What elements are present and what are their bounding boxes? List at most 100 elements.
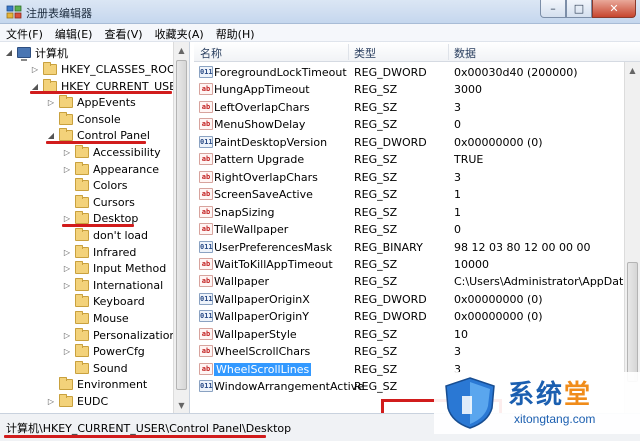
value-row[interactable]: 011 WallpaperOriginX REG_DWORD 0x00000000 (… xyxy=(194,291,624,309)
value-row[interactable]: 011 ForegroundLockTimeout REG_DWORD 0x00030… xyxy=(194,64,624,82)
value-row[interactable]: ab MenuShowDelay REG_SZ 0 xyxy=(194,116,624,134)
tree-item[interactable]: ▷ Accessibility xyxy=(62,144,161,161)
tree-item[interactable]: ▷ Appearance xyxy=(62,161,159,178)
column-header-type[interactable]: 类型 xyxy=(354,45,376,61)
tree-item[interactable]: Environment xyxy=(46,376,147,393)
expand-icon[interactable]: ▷ xyxy=(46,98,56,108)
tree-item-label: Colors xyxy=(93,179,128,193)
scrollbar-thumb[interactable] xyxy=(176,60,187,390)
tree-item[interactable]: Mouse xyxy=(62,310,129,327)
value-name[interactable]: Pattern Upgrade xyxy=(214,153,304,166)
expand-icon[interactable]: ◢ xyxy=(30,81,40,91)
tree-item[interactable]: Keyboard xyxy=(62,293,145,310)
tree-item[interactable]: Cursors xyxy=(62,194,135,211)
tree-item[interactable]: Colors xyxy=(62,177,127,194)
value-row[interactable]: ab WallpaperStyle REG_SZ 10 xyxy=(194,326,624,344)
menu-favorites[interactable]: 收藏夹(A) xyxy=(149,24,210,41)
menu-file[interactable]: 文件(F) xyxy=(0,24,49,41)
value-name[interactable]: WallpaperStyle xyxy=(214,328,297,341)
menu-help[interactable]: 帮助(H) xyxy=(210,24,261,41)
expand-icon[interactable]: ▷ xyxy=(62,347,72,357)
tree-item[interactable]: don't load xyxy=(62,227,148,244)
value-name[interactable]: HungAppTimeout xyxy=(214,83,310,96)
menu-bar: 文件(F) 编辑(E) 查看(V) 收藏夹(A) 帮助(H) xyxy=(0,24,640,42)
value-row[interactable]: ab ScreenSaveActive REG_SZ 1 xyxy=(194,186,624,204)
value-row[interactable]: ab RightOverlapChars REG_SZ 3 xyxy=(194,169,624,187)
value-type: REG_DWORD xyxy=(354,135,427,149)
expand-icon[interactable]: ▷ xyxy=(30,65,40,75)
expand-icon[interactable]: ▷ xyxy=(62,148,72,158)
value-name[interactable]: ScreenSaveActive xyxy=(214,188,313,201)
registry-editor-icon xyxy=(6,5,22,19)
expand-icon[interactable]: ▷ xyxy=(62,247,72,257)
expand-icon[interactable]: ▷ xyxy=(46,397,56,407)
tree-item[interactable]: Sound xyxy=(62,360,128,377)
tree-item[interactable]: ▷ Input Method xyxy=(62,260,166,277)
tree-scrollbar[interactable]: ▲ ▼ xyxy=(173,42,189,413)
expand-icon[interactable]: ▷ xyxy=(62,264,72,274)
close-button[interactable]: ✕ xyxy=(592,0,636,18)
scrollbar-thumb[interactable] xyxy=(627,262,638,382)
menu-edit[interactable]: 编辑(E) xyxy=(49,24,99,41)
value-name[interactable]: PaintDesktopVersion xyxy=(214,136,327,149)
value-type: REG_SZ xyxy=(354,118,398,132)
tree-item[interactable]: ▷ EUDC xyxy=(46,393,108,410)
value-name[interactable]: WallpaperOriginY xyxy=(214,310,309,323)
expand-icon[interactable]: ▷ xyxy=(62,164,72,174)
value-name[interactable]: ForegroundLockTimeout xyxy=(214,66,347,79)
value-name[interactable]: MenuShowDelay xyxy=(214,118,305,131)
maximize-button[interactable]: □ xyxy=(566,0,592,18)
value-name[interactable]: WallpaperOriginX xyxy=(214,293,310,306)
scroll-down-icon[interactable]: ▼ xyxy=(174,397,189,413)
tree-item[interactable]: ▷ Infrared xyxy=(62,244,136,261)
tree-item[interactable]: ▷ PowerCfg xyxy=(62,343,145,360)
value-row[interactable]: ab TileWallpaper REG_SZ 0 xyxy=(194,221,624,239)
value-row[interactable]: 011 PaintDesktopVersion REG_DWORD 0x0000000… xyxy=(194,134,624,152)
expand-icon[interactable]: ▷ xyxy=(62,330,72,340)
value-name[interactable]: RightOverlapChars xyxy=(214,171,318,184)
expand-icon[interactable]: ◢ xyxy=(46,131,56,141)
value-name[interactable]: WindowArrangementActive xyxy=(214,380,364,393)
expand-icon[interactable]: ▷ xyxy=(62,280,72,290)
value-row[interactable]: ab Wallpaper REG_SZ C:\Users\Administrator\… xyxy=(194,273,634,291)
minimize-button[interactable]: – xyxy=(540,0,566,18)
value-name[interactable]: UserPreferencesMask xyxy=(214,241,332,254)
value-name[interactable]: WheelScrollChars xyxy=(214,345,310,358)
tree-item-label: Environment xyxy=(77,378,148,392)
tree-item[interactable]: Console xyxy=(46,111,121,128)
scroll-up-icon[interactable]: ▲ xyxy=(174,42,189,58)
value-row[interactable]: 011 UserPreferencesMask REG_BINARY 98 12 03… xyxy=(194,239,624,257)
value-name[interactable]: Wallpaper xyxy=(214,275,269,288)
tree-item[interactable]: ▷ International xyxy=(62,277,163,294)
expand-icon[interactable]: ▷ xyxy=(62,214,72,224)
value-name[interactable]: WheelScrollLines xyxy=(214,362,312,376)
tree-item[interactable]: ▷ Personalization xyxy=(62,327,176,344)
list-scrollbar[interactable]: ▲ xyxy=(624,62,640,413)
collapse-icon[interactable]: ◢ xyxy=(4,48,14,58)
menu-view[interactable]: 查看(V) xyxy=(98,24,148,41)
value-row[interactable]: ab WaitToKillAppTimeout REG_SZ 10000 xyxy=(194,256,624,274)
value-name[interactable]: TileWallpaper xyxy=(214,223,288,236)
value-row[interactable]: ab WheelScrollChars REG_SZ 3 xyxy=(194,343,624,361)
value-row[interactable]: 011 WallpaperOriginY REG_DWORD 0x00000000 (… xyxy=(194,308,624,326)
value-type: REG_DWORD xyxy=(354,292,427,306)
value-row[interactable]: ab HungAppTimeout REG_SZ 3000 xyxy=(194,81,624,99)
scroll-up-icon[interactable]: ▲ xyxy=(625,62,640,78)
value-name[interactable]: LeftOverlapChars xyxy=(214,101,310,114)
tree-item[interactable]: ▷ AppEvents xyxy=(46,94,136,111)
column-header-data[interactable]: 数据 xyxy=(454,45,476,61)
value-list[interactable]: 名称 类型 数据 011 ForegroundLockTimeout REG_DWO… xyxy=(194,42,640,413)
value-name[interactable]: WaitToKillAppTimeout xyxy=(214,258,333,271)
column-header-name[interactable]: 名称 xyxy=(200,45,222,61)
tree-item[interactable]: ▷ HKEY_CLASSES_ROOT xyxy=(30,61,182,78)
title-bar: 注册表编辑器 – □ ✕ xyxy=(0,0,640,24)
value-row[interactable]: ab SnapSizing REG_SZ 1 xyxy=(194,204,624,222)
key-tree[interactable]: ◢ 计算机 ▷ HKEY_CLASSES_ROOT ◢ HKEY_CURRENT_US… xyxy=(0,42,190,413)
value-row[interactable]: ab LeftOverlapChars REG_SZ 3 xyxy=(194,99,624,117)
value-data: 1 xyxy=(454,188,461,202)
tree-item-computer[interactable]: ◢ 计算机 xyxy=(4,44,68,61)
value-row[interactable]: ab Pattern Upgrade REG_SZ TRUE xyxy=(194,151,624,169)
folder-icon xyxy=(75,344,89,358)
value-name[interactable]: SnapSizing xyxy=(214,206,275,219)
